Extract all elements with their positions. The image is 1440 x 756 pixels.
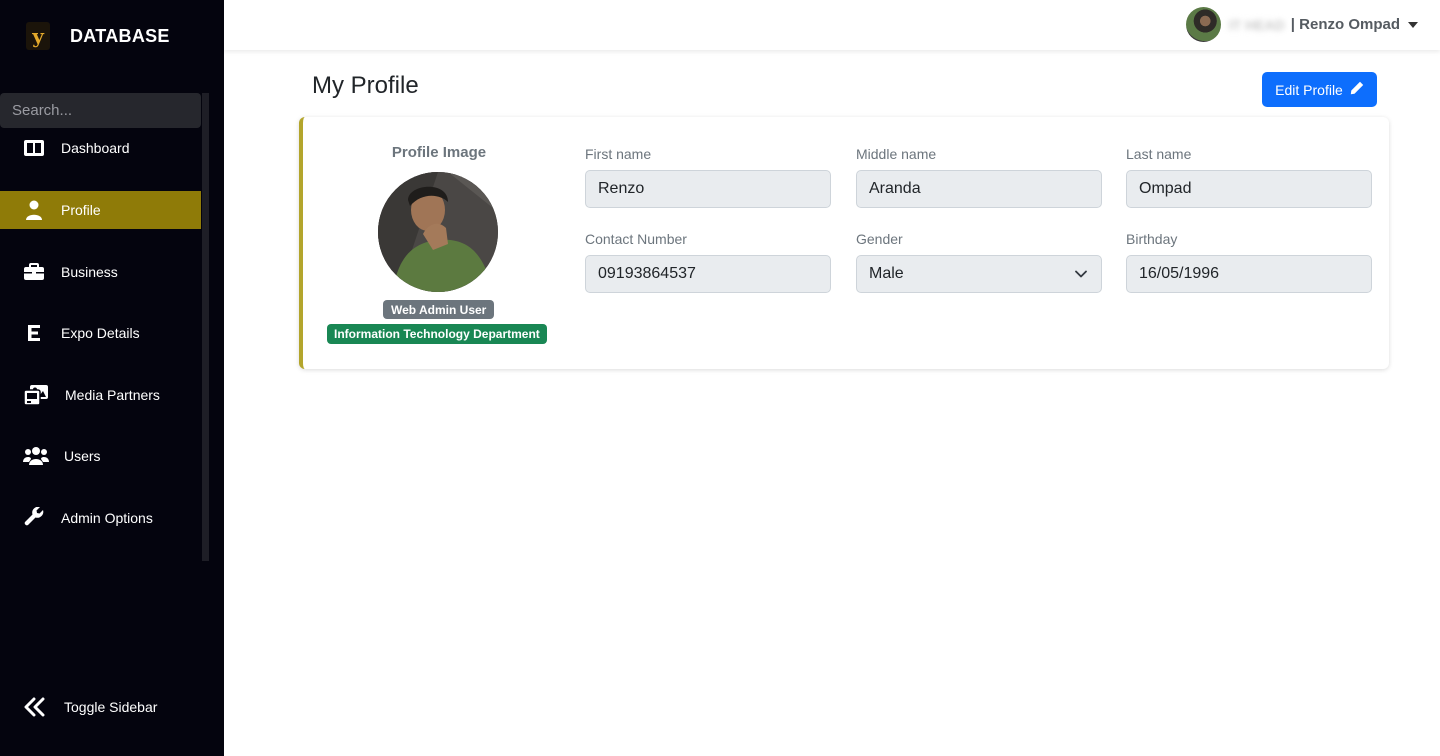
- sidebar-scrollbar[interactable]: [202, 93, 209, 561]
- double-chevron-left-icon: [22, 696, 46, 718]
- sidebar-item-label: Admin Options: [61, 510, 153, 526]
- sidebar-item-business[interactable]: Business: [0, 253, 201, 291]
- profile-image-section: Profile Image Web Admin User Information…: [303, 117, 583, 369]
- sidebar: y DATABASE Dashboard Profile Business Ex…: [0, 0, 224, 756]
- sidebar-item-profile[interactable]: Profile: [0, 191, 201, 229]
- contact-number-field[interactable]: 09193864537: [585, 255, 831, 293]
- sidebar-item-label: Business: [61, 264, 118, 280]
- profile-image: [378, 172, 498, 292]
- toggle-sidebar-label: Toggle Sidebar: [64, 699, 158, 715]
- dashboard-columns-icon: [22, 137, 46, 159]
- sidebar-item-label: Expo Details: [61, 325, 140, 341]
- profile-image-heading: Profile Image: [391, 144, 487, 161]
- middle-name-label: Middle name: [856, 146, 937, 162]
- chevron-down-icon: [1075, 265, 1087, 283]
- sidebar-item-expo-details[interactable]: Expo Details: [0, 314, 201, 352]
- first-name-label: First name: [585, 146, 652, 162]
- caret-down-icon: [1408, 21, 1418, 28]
- briefcase-icon: [22, 261, 46, 283]
- user-icon: [22, 199, 46, 221]
- edit-profile-button[interactable]: Edit Profile: [1262, 72, 1377, 107]
- pencil-icon: [1350, 81, 1364, 98]
- sidebar-item-label: Users: [64, 448, 101, 464]
- photo-gallery-icon: [23, 384, 49, 406]
- brand-logo: y: [26, 22, 50, 50]
- contact-number-label: Contact Number: [585, 231, 687, 247]
- first-name-field[interactable]: Renzo: [585, 170, 831, 208]
- user-role: IT HEAD: [1228, 16, 1285, 33]
- last-name-field[interactable]: Ompad: [1126, 170, 1372, 208]
- gender-select[interactable]: Male: [856, 255, 1102, 293]
- toggle-sidebar-button[interactable]: Toggle Sidebar: [0, 688, 201, 726]
- middle-name-field[interactable]: Aranda: [856, 170, 1102, 208]
- wrench-icon: [22, 507, 46, 529]
- sidebar-item-label: Profile: [61, 202, 101, 218]
- sidebar-item-users[interactable]: Users: [0, 437, 201, 475]
- avatar: [1185, 7, 1221, 42]
- sidebar-item-label: Dashboard: [61, 140, 130, 156]
- birthday-label: Birthday: [1126, 231, 1178, 247]
- sidebar-item-media-partners[interactable]: Media Partners: [0, 376, 201, 414]
- brand-title: DATABASE: [70, 25, 170, 46]
- brand[interactable]: y DATABASE: [26, 22, 170, 50]
- user-menu-dropdown[interactable]: IT HEAD | Renzo Ompad: [1185, 7, 1418, 42]
- users-group-icon: [23, 445, 49, 467]
- search-input[interactable]: [0, 93, 201, 128]
- gender-value: Male: [869, 265, 904, 282]
- role-badge: Web Admin User: [383, 300, 495, 319]
- sidebar-item-admin-options[interactable]: Admin Options: [0, 499, 201, 537]
- sidebar-item-label: Media Partners: [65, 387, 160, 403]
- department-badge: Information Technology Department: [327, 324, 547, 344]
- sidebar-item-dashboard[interactable]: Dashboard: [0, 129, 201, 167]
- top-header: IT HEAD | Renzo Ompad: [224, 0, 1440, 50]
- profile-card: Profile Image Web Admin User Information…: [299, 117, 1389, 369]
- edit-profile-label: Edit Profile: [1275, 81, 1343, 98]
- letter-e-icon: [22, 322, 46, 344]
- last-name-label: Last name: [1126, 146, 1192, 162]
- birthday-field[interactable]: 16/05/1996: [1126, 255, 1372, 293]
- gender-label: Gender: [856, 231, 903, 247]
- page-title: My Profile: [312, 72, 419, 99]
- user-name: | Renzo Ompad: [1290, 16, 1400, 33]
